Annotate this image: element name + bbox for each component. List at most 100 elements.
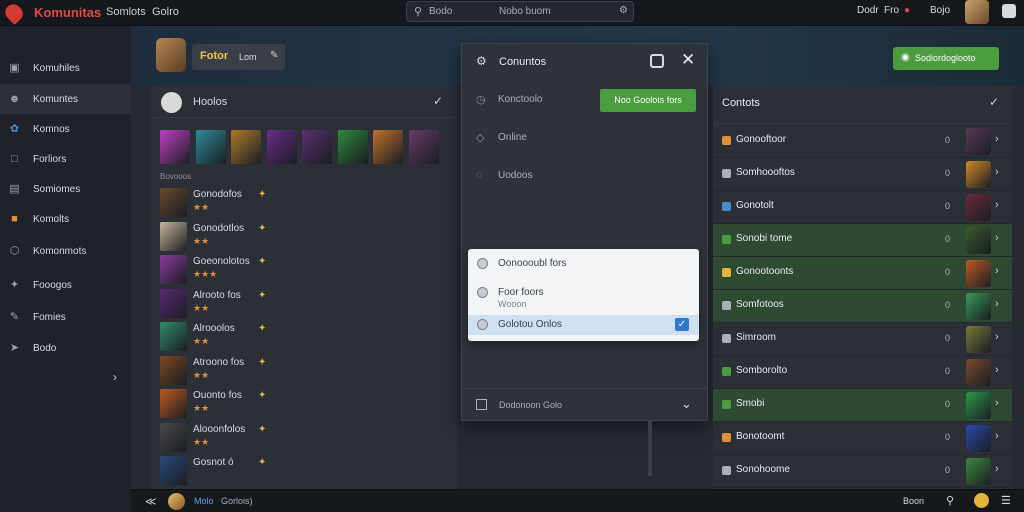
avatar[interactable] <box>965 0 989 24</box>
avatar[interactable] <box>966 293 991 320</box>
avatar[interactable] <box>966 161 991 188</box>
menu-icon[interactable]: ☰ <box>1001 494 1011 507</box>
sidebar-item-1[interactable]: ▣ Komuhiles <box>0 53 131 83</box>
table-row[interactable]: Sonobi tome 0 › <box>713 224 1012 257</box>
sidebar-item-4[interactable]: □ Forliors <box>0 144 131 174</box>
window-icon[interactable] <box>650 54 664 68</box>
bottom-user-name[interactable]: Molo <box>194 496 214 506</box>
hero-portrait[interactable] <box>408 130 439 164</box>
brand-title[interactable]: Komunitas <box>34 5 101 20</box>
rank-badge[interactable]: Fotor Lom ✎ <box>192 44 285 70</box>
bottom-right-label[interactable]: Boon <box>903 496 924 506</box>
avatar[interactable] <box>966 128 991 155</box>
chevron-right-icon[interactable]: › <box>113 370 117 384</box>
chevron-right-icon[interactable]: › <box>995 364 999 376</box>
join-button[interactable]: ◉ Sodiordoglooto <box>893 47 999 70</box>
table-row[interactable]: Sonohoome 0 › <box>713 455 1012 488</box>
tag-icon: ◌ <box>476 169 483 181</box>
avatar[interactable] <box>966 392 991 419</box>
hero-portrait[interactable] <box>160 130 190 164</box>
dropdown-option-3[interactable]: Golotou Onlos ✓ <box>468 315 699 335</box>
avatar[interactable] <box>966 458 991 485</box>
friends-panel-title: Hoolos <box>193 96 228 108</box>
check-icon[interactable]: ✓ <box>989 95 999 109</box>
table-row[interactable]: Simroom 0 › <box>713 323 1012 356</box>
top-link-2[interactable]: Fro <box>884 5 899 16</box>
chevron-right-icon[interactable]: › <box>995 133 999 145</box>
chevron-right-icon[interactable]: › <box>995 463 999 475</box>
list-item[interactable]: Atroono fos ★★ ✦ <box>160 355 455 385</box>
avatar[interactable] <box>966 260 991 287</box>
table-row[interactable]: Gonotolt 0 › <box>713 191 1012 224</box>
chevron-right-icon[interactable]: › <box>995 166 999 178</box>
hero-portrait[interactable] <box>195 130 226 164</box>
avatar <box>160 255 187 284</box>
chevron-right-icon[interactable]: › <box>995 298 999 310</box>
sidebar-item-7[interactable]: ⬡ Komonmots <box>0 236 131 266</box>
logo-icon[interactable] <box>1 0 27 26</box>
list-item[interactable]: Ouonto fos ★★ ✦ <box>160 388 455 418</box>
chevron-right-icon[interactable]: › <box>995 430 999 442</box>
nav-link-1[interactable]: Somlots <box>106 6 146 18</box>
search-icon[interactable]: ⚲ <box>946 494 954 507</box>
list-item[interactable]: Gonodofos ★★ ✦ <box>160 187 455 217</box>
chevron-right-icon[interactable]: › <box>995 265 999 277</box>
menu-icon[interactable] <box>1002 4 1016 18</box>
checkbox-icon[interactable] <box>476 399 487 410</box>
checkbox-checked-icon[interactable]: ✓ <box>675 318 689 331</box>
table-row[interactable]: Somfotoos 0 › <box>713 290 1012 323</box>
settings-icon[interactable]: ⚙ <box>619 5 628 16</box>
sidebar-item-6[interactable]: ■ Komolts <box>0 204 131 234</box>
avatar[interactable] <box>966 359 991 386</box>
list-item[interactable]: Alooonfolos ★★ ✦ <box>160 422 455 452</box>
notification-icon[interactable]: ● <box>904 5 910 16</box>
sidebar-item-3[interactable]: ✿ Komnos <box>0 114 131 144</box>
chevron-right-icon[interactable]: › <box>995 199 999 211</box>
table-row[interactable]: Gonootoonts 0 › <box>713 257 1012 290</box>
back-icon[interactable]: ≪ <box>145 495 157 508</box>
avatar[interactable] <box>966 227 991 254</box>
table-row[interactable]: Somhoooftos 0 › <box>713 158 1012 191</box>
list-item[interactable]: Alrooolos ★★ ✦ <box>160 321 455 351</box>
list-item[interactable]: Goeonolotos ★★★ ✦ <box>160 254 455 284</box>
check-icon[interactable]: ✓ <box>433 94 443 108</box>
list-item[interactable]: Alrooto fos ★★ ✦ <box>160 288 455 318</box>
nav-link-2[interactable]: Golro <box>152 6 179 18</box>
close-icon[interactable]: ✕ <box>681 50 695 70</box>
list-item[interactable]: Gonodotlos ★★ ✦ <box>160 221 455 251</box>
table-row[interactable]: Bonotoomt 0 › <box>713 422 1012 455</box>
scrollbar[interactable] <box>648 420 652 476</box>
sidebar-item-5[interactable]: ▤ Somiomes <box>0 174 131 204</box>
sidebar-item-2[interactable]: ☻ Komuntes <box>0 84 131 114</box>
top-link-1[interactable]: Dodr <box>857 5 879 16</box>
avatar[interactable] <box>168 493 185 510</box>
table-row[interactable]: Somborolto 0 › <box>713 356 1012 389</box>
edit-icon[interactable]: ✎ <box>270 50 278 61</box>
hero-portrait[interactable] <box>302 130 332 164</box>
chevron-right-icon[interactable]: › <box>995 232 999 244</box>
table-row[interactable]: Smobi 0 › <box>713 389 1012 422</box>
sidebar-item-10[interactable]: ➤ Bodo <box>0 333 131 363</box>
chevron-down-icon[interactable]: ⌄ <box>681 396 692 412</box>
chevron-right-icon[interactable]: › <box>995 397 999 409</box>
sidebar-item-9[interactable]: ✎ Fomies <box>0 302 131 332</box>
coin-icon[interactable] <box>974 493 989 508</box>
top-link-3[interactable]: Bojo <box>930 5 950 16</box>
friend-name: Alrooto fos <box>193 289 241 301</box>
table-row[interactable]: Gonooftoor 0 › <box>713 125 1012 158</box>
search-input[interactable]: ⚲ Bodo Nobo buom ⚙ <box>406 1 634 22</box>
avatar[interactable] <box>966 326 991 353</box>
hero-portrait[interactable] <box>373 130 403 164</box>
hero-portrait[interactable] <box>231 130 261 164</box>
sidebar-item-8[interactable]: ✦ Fooogos <box>0 270 131 300</box>
avatar[interactable] <box>966 425 991 452</box>
contact-count: 0 <box>945 399 951 409</box>
new-contact-button[interactable]: Noo Goolots fors <box>600 89 696 112</box>
list-item[interactable]: Gosnot ó ✦ <box>160 455 455 485</box>
hero-portrait[interactable] <box>337 130 368 164</box>
chevron-right-icon[interactable]: › <box>995 331 999 343</box>
profile-avatar[interactable] <box>156 38 186 72</box>
hero-portrait[interactable] <box>266 130 297 164</box>
modal-footer[interactable]: Dodonoon Golo ⌄ <box>462 388 707 420</box>
avatar[interactable] <box>966 194 991 221</box>
